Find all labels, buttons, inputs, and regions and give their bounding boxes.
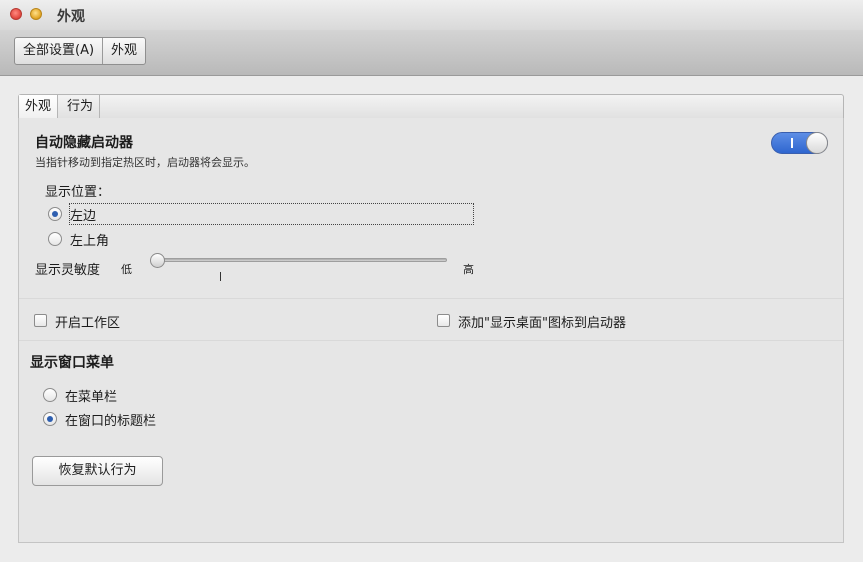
sensitivity-slider-handle[interactable] (150, 253, 165, 268)
breadcrumb-appearance[interactable]: 外观 (102, 38, 145, 64)
focus-ring (69, 203, 474, 225)
content-area: 外观 行为 自动隐藏启动器 当指针移动到指定热区时，启动器将会显示。 显示位置：… (0, 76, 863, 562)
window-title: 外观 (57, 9, 85, 25)
slider-tick (220, 272, 221, 281)
menu-in-titlebar-radio[interactable] (43, 412, 57, 426)
menu-in-titlebar-label[interactable]: 在窗口的标题栏 (65, 410, 156, 429)
position-label: 显示位置： (45, 185, 111, 200)
position-topleft-radio[interactable] (48, 232, 62, 246)
position-left-radio[interactable] (48, 207, 62, 221)
workspaces-label[interactable]: 开启工作区 (55, 312, 120, 331)
toggle-knob (806, 132, 828, 154)
autohide-description: 当指针移动到指定热区时，启动器将会显示。 (35, 156, 255, 169)
title-bar: 外观 (0, 0, 863, 30)
tab-bar: 外观 行为 (18, 94, 844, 119)
sensitivity-high-label: 高 (463, 263, 474, 276)
breadcrumb: 全部设置(A) 外观 (14, 37, 147, 65)
minimize-window-button[interactable] (30, 8, 42, 20)
position-topleft-label[interactable]: 左上角 (70, 230, 109, 249)
position-left-label[interactable]: 左边 (70, 205, 96, 224)
show-desktop-checkbox[interactable] (437, 314, 450, 327)
menu-in-menubar-label[interactable]: 在菜单栏 (65, 386, 117, 405)
section-divider (19, 298, 843, 299)
toggle-on-indicator (791, 138, 793, 148)
sensitivity-low-label: 低 (121, 263, 132, 276)
autohide-toggle[interactable] (771, 132, 828, 154)
sensitivity-label: 显示灵敏度 (35, 263, 101, 278)
menu-in-menubar-radio[interactable] (43, 388, 57, 402)
tab-behavior[interactable]: 行为 (61, 95, 101, 118)
section-divider (19, 340, 843, 341)
toolbar: 全部设置(A) 外观 (0, 30, 863, 76)
breadcrumb-all-settings[interactable]: 全部设置(A) (15, 38, 102, 64)
sensitivity-slider[interactable] (151, 258, 447, 262)
restore-defaults-button[interactable]: 恢复默认行为 (32, 456, 163, 486)
show-desktop-label[interactable]: 添加"显示桌面"图标到启动器 (458, 312, 626, 331)
tab-appearance[interactable]: 外观 (19, 95, 59, 118)
behavior-panel: 自动隐藏启动器 当指针移动到指定热区时，启动器将会显示。 显示位置： 左边 左上… (18, 118, 844, 543)
window-menu-title: 显示窗口菜单 (30, 355, 114, 371)
workspaces-checkbox[interactable] (34, 314, 47, 327)
autohide-title: 自动隐藏启动器 (35, 135, 133, 151)
close-window-button[interactable] (10, 8, 22, 20)
